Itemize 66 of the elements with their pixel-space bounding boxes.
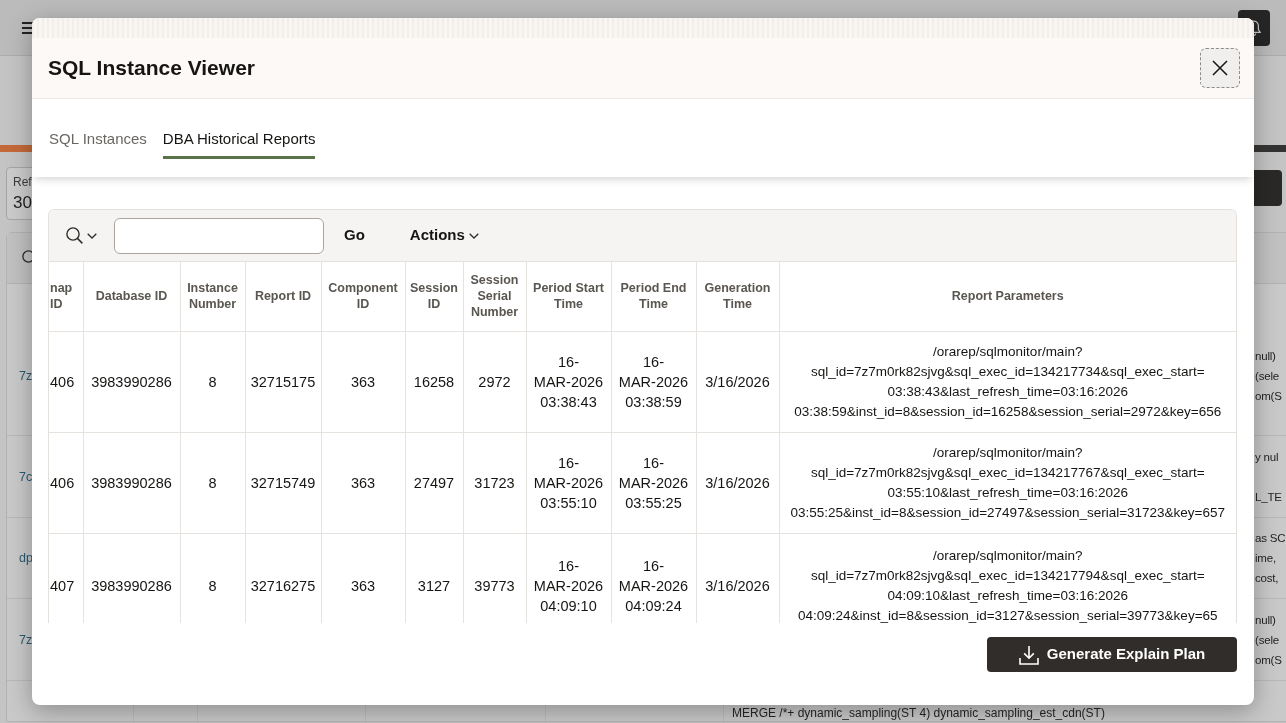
column-header[interactable]: nap ID: [49, 262, 83, 331]
column-header[interactable]: Session ID: [405, 262, 463, 331]
cell-text: null): [1255, 348, 1276, 364]
column-header[interactable]: Period Start Time: [526, 262, 611, 331]
tab[interactable]: DBA Historical Reports: [162, 129, 316, 159]
caret-icon: [468, 232, 479, 239]
column-header[interactable]: Generation Time: [696, 262, 779, 331]
search-field[interactable]: [114, 217, 324, 254]
table-cell: 3983990286: [83, 331, 180, 432]
table-cell: 363: [321, 331, 405, 432]
cell-text: L_TE: [1255, 489, 1282, 505]
cell-text: cost,: [1255, 571, 1279, 586]
close-icon: [1212, 60, 1228, 76]
menu-icon[interactable]: [22, 21, 35, 34]
cell-text: om(S: [1255, 388, 1282, 404]
caret-icon: [87, 232, 97, 239]
tab[interactable]: SQL Instances: [49, 129, 147, 159]
go-button[interactable]: Go: [336, 224, 373, 247]
table-cell: 16- MAR-2026 03:55:25: [611, 432, 696, 533]
table-cell: 3/16/2026: [696, 432, 779, 533]
cell-text: ime,: [1255, 551, 1276, 566]
cell-text: (sele: [1255, 368, 1279, 384]
table-cell: 407: [49, 533, 83, 623]
cell-text: MERGE /*+ dynamic_sampling(ST 4) dynamic_sampling_est_cdn(ST): [732, 707, 1105, 720]
generate-explain-plan-button[interactable]: Generate Explain Plan: [987, 637, 1237, 672]
table-cell: 16- MAR-2026 03:55:10: [526, 432, 611, 533]
column-header[interactable]: Period End Time: [611, 262, 696, 331]
download-icon: [1018, 644, 1039, 665]
table-cell: 406: [49, 331, 83, 432]
table-cell: 32715175: [245, 331, 321, 432]
column-header[interactable]: Component ID: [321, 262, 405, 331]
table-cell: 406: [49, 432, 83, 533]
sql-id-link[interactable]: dp: [19, 550, 33, 566]
cell-text: as SC: [1255, 531, 1286, 546]
actions-button[interactable]: Actions: [401, 224, 487, 247]
table-cell: 32715749: [245, 432, 321, 533]
table-cell: 8: [180, 432, 245, 533]
table-cell: 16- MAR-2026 03:38:59: [611, 331, 696, 432]
table-cell: 27497: [405, 432, 463, 533]
field-label: Ref: [13, 175, 32, 189]
table-cell: 31723: [463, 432, 526, 533]
table-cell: 16258: [405, 331, 463, 432]
column-header[interactable]: Instance Number: [180, 262, 245, 331]
sql-id-link[interactable]: 7z: [19, 367, 33, 384]
search-options-button[interactable]: [66, 225, 97, 246]
cell-text: (sele: [1255, 632, 1279, 648]
cell-text: null): [1255, 612, 1276, 628]
cell-text: y nul: [1255, 449, 1279, 465]
table-cell: 2972: [463, 331, 526, 432]
table-cell: /orarep/sqlmonitor/main? sql_id=7z7m0rk82sjvg&sql_exec_id=134217794&sql_exec_start= 04:09:10&last_refresh_time=03:16:2026 04:09:24&inst_id=8&session_id=3127&session_serial=39773&key=65: [779, 533, 1236, 623]
sql-id-link[interactable]: 7z: [19, 631, 33, 648]
column-header[interactable]: Report ID: [245, 262, 321, 331]
column-header[interactable]: Session Serial Number: [463, 262, 526, 331]
column-header[interactable]: Database ID: [83, 262, 180, 331]
table-cell: 3/16/2026: [696, 331, 779, 432]
search-icon: [66, 227, 83, 244]
cell-text: om(S: [1255, 652, 1282, 668]
field-value: 30: [13, 192, 32, 214]
sql-id-link[interactable]: 7c: [19, 468, 33, 485]
dialog-title: SQL Instance Viewer: [48, 55, 255, 81]
table-cell: 8: [180, 331, 245, 432]
table-cell: 16- MAR-2026 03:38:43: [526, 331, 611, 432]
table-cell: 3983990286: [83, 432, 180, 533]
table-cell: 363: [321, 432, 405, 533]
column-header[interactable]: Report Parameters: [779, 262, 1236, 331]
close-button[interactable]: [1200, 48, 1240, 88]
